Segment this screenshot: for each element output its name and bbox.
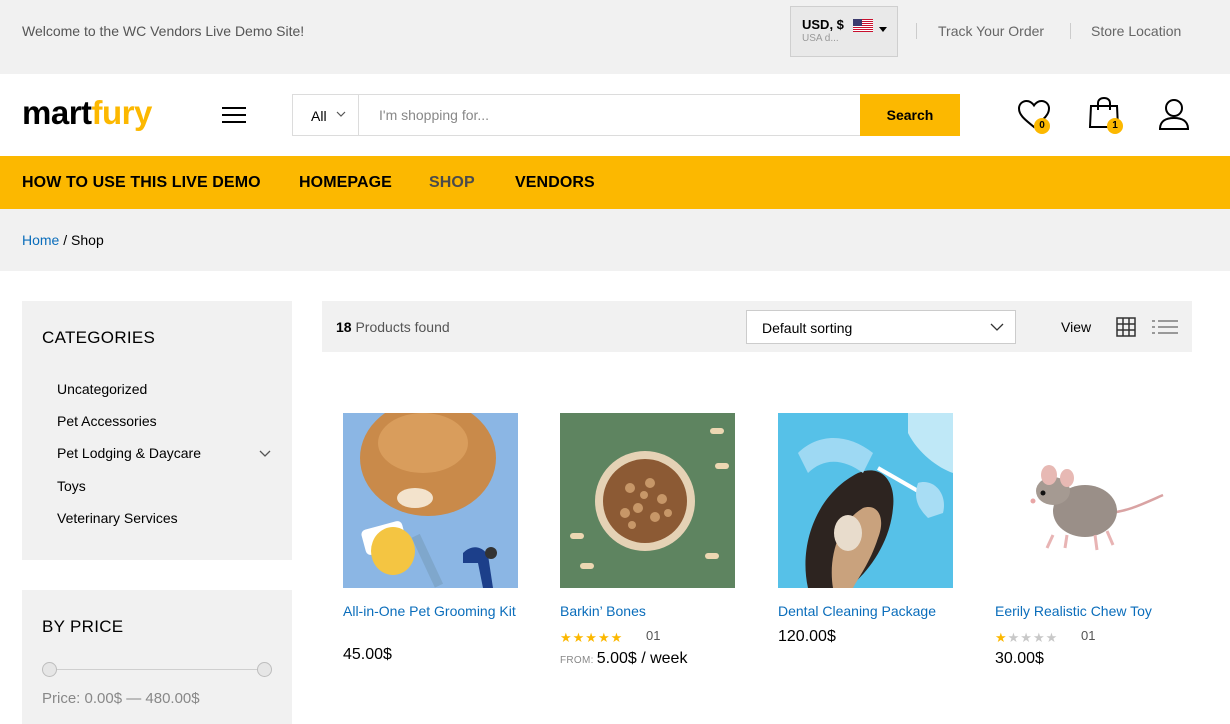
product-image[interactable] [995, 413, 1170, 588]
search-button[interactable]: Search [860, 94, 960, 136]
price-range-track [50, 669, 264, 670]
product-title-link[interactable]: Dental Cleaning Package [778, 602, 958, 620]
breadcrumb-current: Shop [71, 232, 104, 248]
track-order-link[interactable]: Track Your Order [938, 23, 1044, 39]
products-found: 18 Products found [336, 319, 450, 335]
product-price: 30.00$ [995, 650, 1044, 667]
category-link[interactable]: Toys [57, 478, 86, 494]
product-title-link[interactable]: Barkin’ Bones [560, 602, 740, 620]
category-link[interactable]: Pet Lodging & Daycare [57, 445, 201, 461]
nav-item-homepage[interactable]: HOMEPAGE [299, 174, 392, 192]
breadcrumb-home-link[interactable]: Home [22, 232, 59, 248]
nav-item-how-to-use[interactable]: HOW TO USE THIS LIVE DEMO [22, 174, 261, 192]
category-link[interactable]: Pet Accessories [57, 413, 157, 429]
product-price: 120.00$ [778, 628, 836, 645]
category-link[interactable]: Uncategorized [57, 381, 147, 397]
price-filter-widget: BY PRICE Price: 0.00$ — 480.00$ [22, 590, 292, 724]
product-price: FROM: 5.00$ / week [560, 650, 687, 668]
product-image[interactable] [560, 413, 735, 588]
sort-value: Default sorting [762, 320, 853, 336]
breadcrumb-separator: / [63, 232, 68, 248]
site-logo[interactable]: martfury [22, 94, 152, 132]
price-range-min-handle[interactable] [42, 662, 57, 677]
main-navigation: HOW TO USE THIS LIVE DEMO HOMEPAGE SHOP … [0, 156, 1230, 209]
wishlist-button[interactable]: 0 [1017, 96, 1053, 136]
review-count: 01 [646, 628, 661, 643]
us-flag-icon [853, 19, 873, 32]
product-price-value: 5.00$ / week [596, 650, 688, 667]
price-range-label: Price: 0.00$ — 480.00$ [42, 690, 200, 707]
currency-switcher[interactable]: USD, $ USA d... [790, 6, 898, 57]
top-bar: Welcome to the WC Vendors Live Demo Site… [0, 0, 1230, 74]
search-category-select[interactable]: All [293, 95, 359, 135]
review-count: 01 [1081, 628, 1096, 643]
search-bar: All Search [292, 94, 960, 136]
price-from-label: FROM: [560, 655, 594, 666]
menu-icon[interactable] [222, 106, 248, 124]
account-button[interactable] [1158, 96, 1190, 132]
grid-view-icon[interactable] [1116, 317, 1136, 337]
breadcrumb-bar: Home / Shop [0, 209, 1230, 271]
categories-title: CATEGORIES [42, 328, 156, 347]
category-link[interactable]: Veterinary Services [57, 510, 178, 526]
breadcrumb: Home / Shop [22, 232, 104, 248]
nav-item-vendors[interactable]: VENDORS [515, 174, 595, 192]
wishlist-count-badge: 0 [1034, 118, 1050, 134]
product-title-link[interactable]: Eerily Realistic Chew Toy [995, 602, 1175, 620]
user-icon [1158, 99, 1190, 130]
store-location-link[interactable]: Store Location [1091, 23, 1181, 39]
product-price: 45.00$ [343, 646, 392, 663]
product-rating: ★★★★★ 01 [560, 628, 660, 644]
price-range-max-handle[interactable] [257, 662, 272, 677]
search-input[interactable] [360, 95, 860, 135]
logo-part-2: fury [91, 94, 153, 131]
divider [1070, 23, 1071, 39]
products-found-label: Products found [355, 319, 450, 335]
product-rating: ★★★★★ 01 [995, 628, 1095, 644]
product-image[interactable] [343, 413, 518, 588]
product-title-link[interactable]: All-in-One Pet Grooming Kit [343, 602, 523, 620]
caret-down-icon [879, 27, 887, 32]
products-count: 18 [336, 319, 352, 335]
cart-count-badge: 1 [1107, 118, 1123, 134]
currency-code: USD, $ [802, 17, 844, 32]
logo-part-1: mart [22, 94, 92, 131]
divider [916, 23, 917, 39]
welcome-message: Welcome to the WC Vendors Live Demo Site… [22, 23, 305, 39]
sort-select[interactable]: Default sorting [746, 310, 1016, 344]
rating-stars: ★★★★★ [995, 630, 1059, 645]
view-label: View [1061, 319, 1092, 335]
currency-sub: USA d... [802, 33, 839, 44]
price-filter-title: BY PRICE [42, 617, 124, 636]
chevron-down-icon [336, 111, 346, 117]
categories-widget: CATEGORIES Uncategorized Pet Accessories… [22, 301, 292, 560]
search-category-value: All [311, 108, 327, 124]
product-image[interactable] [778, 413, 953, 588]
nav-item-shop[interactable]: SHOP [429, 174, 475, 192]
chevron-down-icon[interactable] [259, 450, 271, 458]
cart-button[interactable]: 1 [1088, 96, 1126, 136]
list-view-icon[interactable] [1152, 317, 1178, 337]
shop-toolbar: 18 Products found Default sorting View [322, 301, 1192, 352]
chevron-down-icon [990, 323, 1004, 331]
rating-stars: ★★★★★ [560, 630, 624, 645]
